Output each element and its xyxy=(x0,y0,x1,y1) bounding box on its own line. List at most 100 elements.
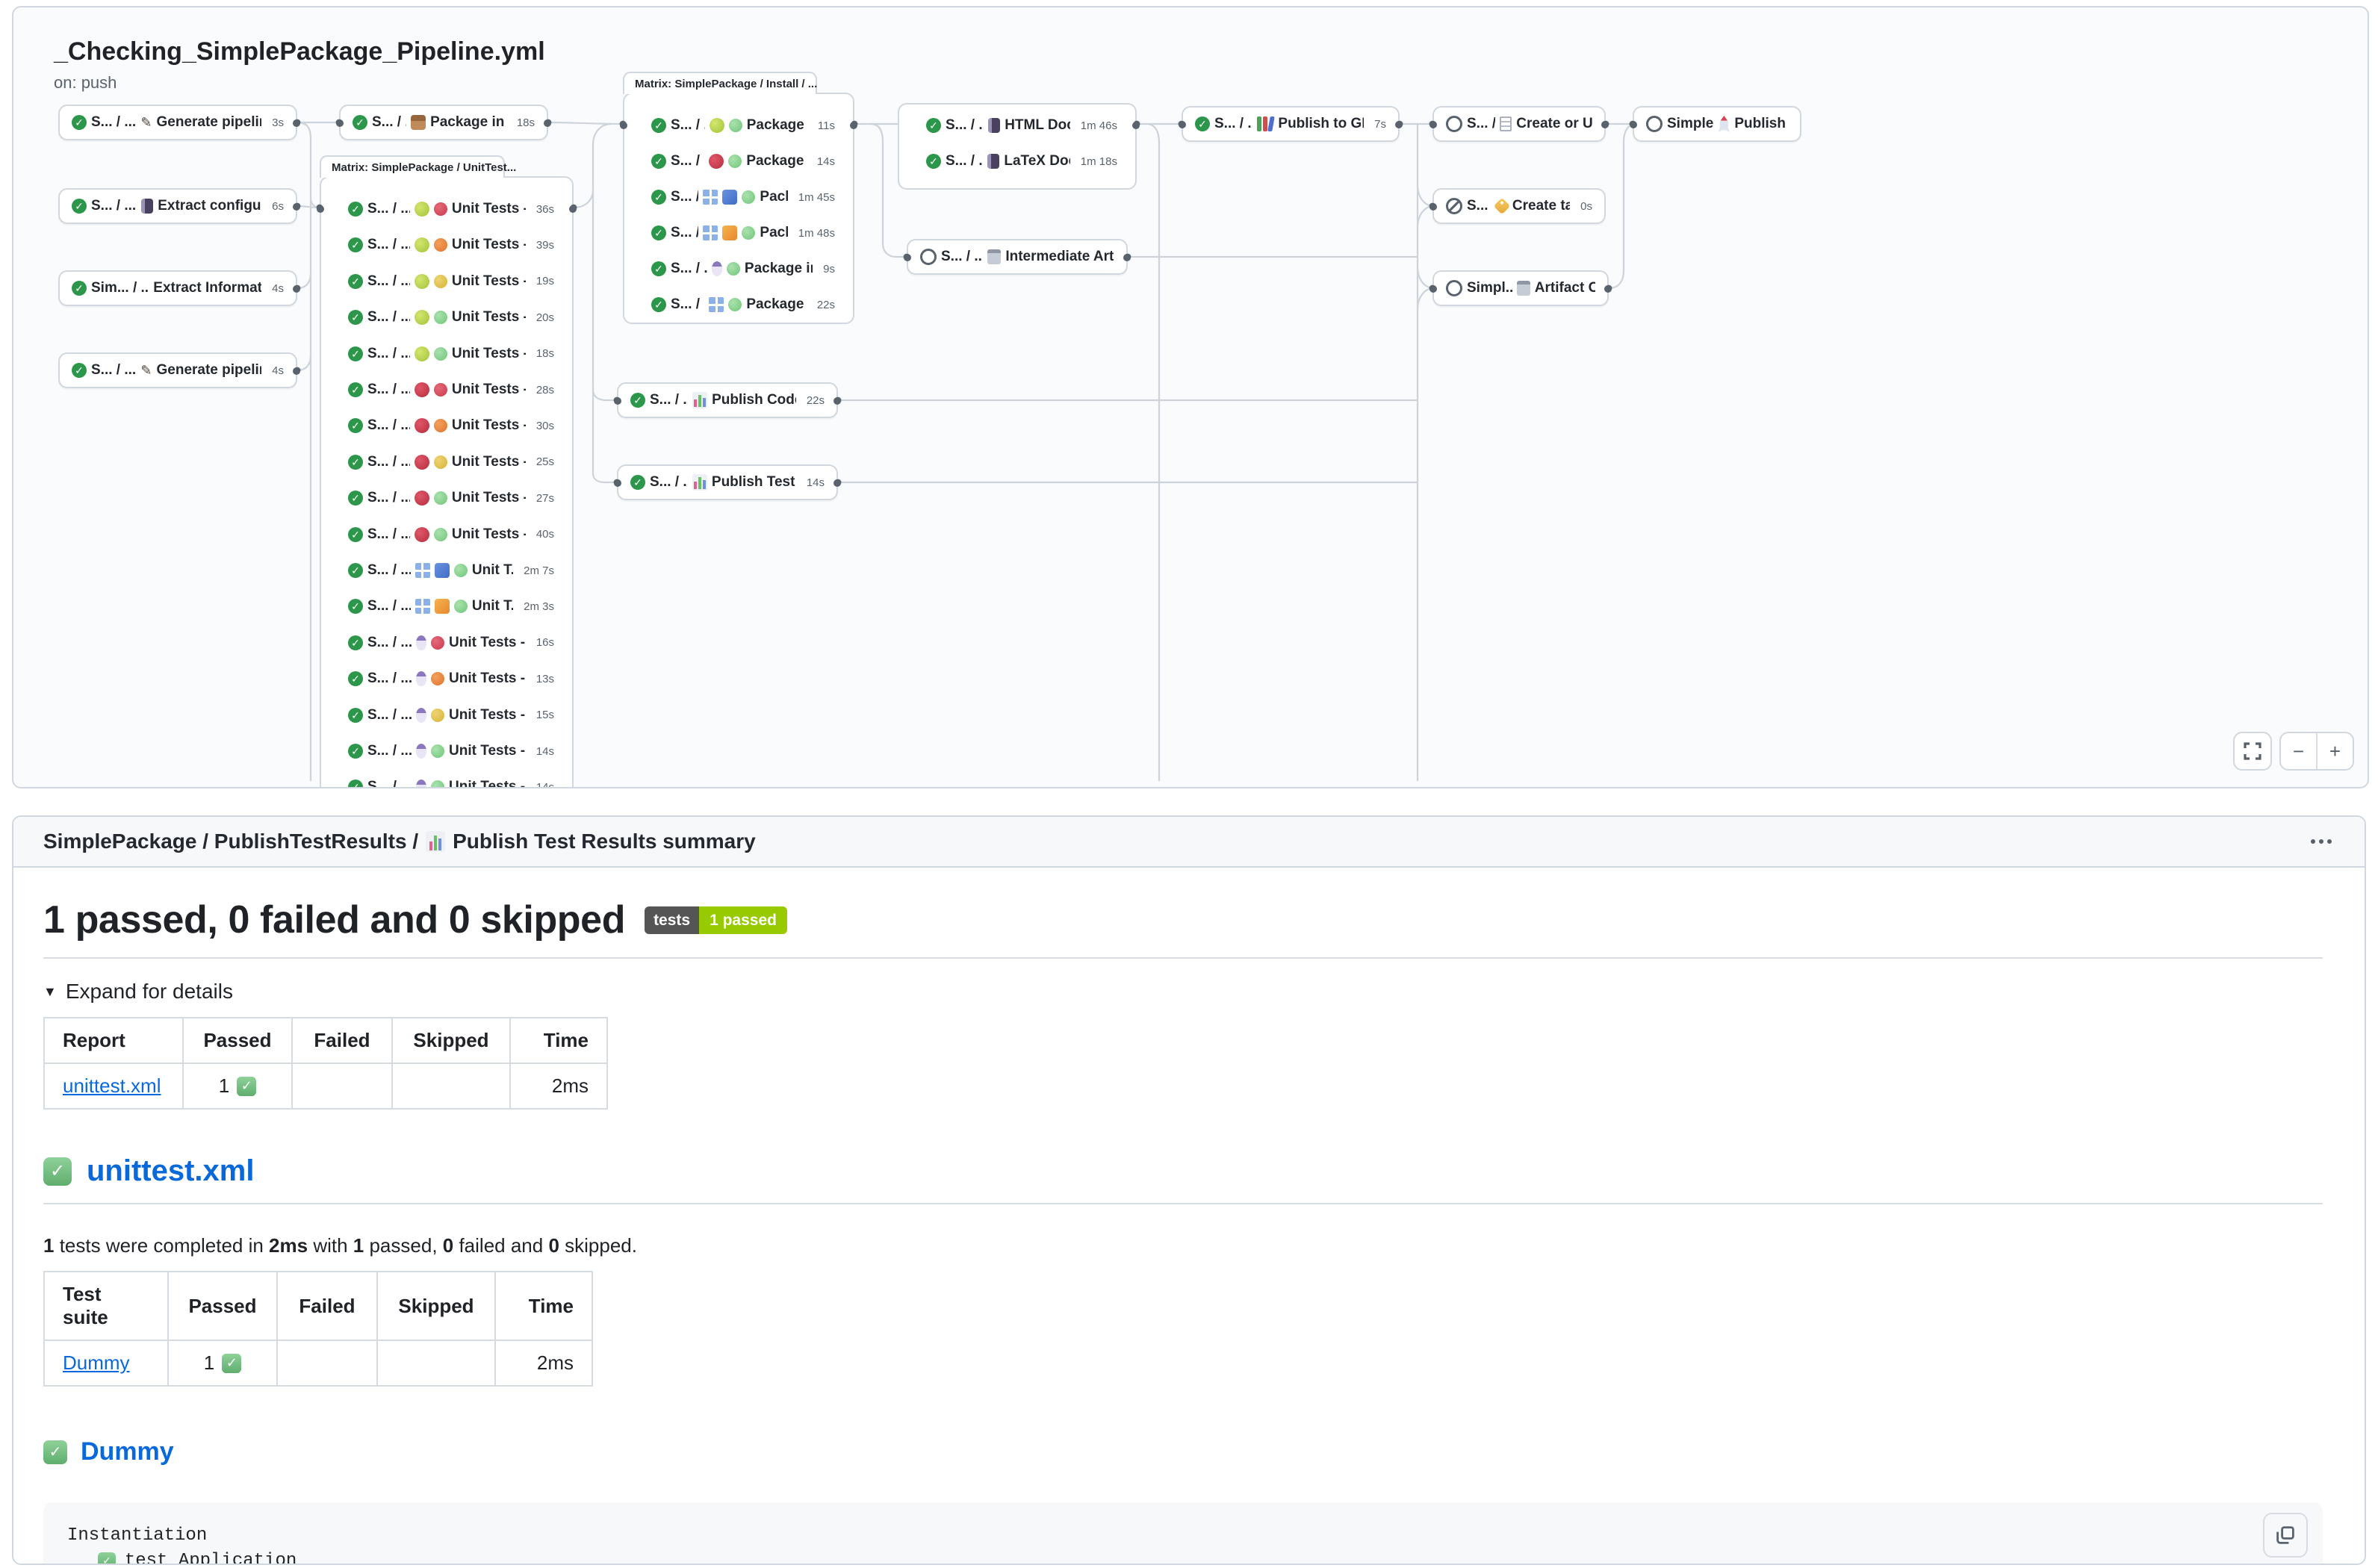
graph-node-row[interactable]: ✓S... / ... /Unit Tests - ...16s xyxy=(321,625,572,661)
penguin-icon xyxy=(416,744,426,759)
job-prefix: S... / ... / xyxy=(367,237,410,253)
graph-node-row[interactable]: ✓S... / ... /Unit Tests - ...13s xyxy=(321,661,572,697)
job-prefix: S... / ... / xyxy=(650,474,688,491)
graph-node-publish-code[interactable]: ✓S... / ... /Publish Code C...22s xyxy=(617,382,838,418)
group-header-unittest[interactable]: Matrix: SimplePackage / UnitTest... xyxy=(320,155,505,178)
graph-node-intermediate[interactable]: S... / ... /Intermediate Artifa... xyxy=(907,239,1128,275)
package-icon xyxy=(411,115,426,130)
graph-node-publish-pypi[interactable]: Simple... / ... /Publish to PyPI xyxy=(1633,106,1801,142)
job-label: Create or Update R... xyxy=(1516,116,1592,132)
job-label: Unit Tests - ... xyxy=(452,273,526,290)
graph-node-row[interactable]: ✓S... / ... /Unit Tests - ...20s xyxy=(321,299,572,335)
dot-red-icon xyxy=(431,636,444,650)
graph-node-row[interactable]: ✓S... / ... /Unit Tests - ...30s xyxy=(321,408,572,444)
graph-node-row[interactable]: ✓S... / ... /Unit Tests - ...39s xyxy=(321,227,572,263)
expand-details-toggle[interactable]: ▼ Expand for details xyxy=(43,980,2323,1004)
success-status-icon: ✓ xyxy=(72,115,87,130)
graph-node-publish-ghp[interactable]: ✓S... / ... /Publish to GH-P...7s xyxy=(1182,106,1400,142)
graph-node-row[interactable]: ✓S... / ... /HTML Docu...1m 46s xyxy=(899,108,1135,143)
edge-port xyxy=(904,254,911,261)
graph-node-row[interactable]: ✓S... / ... /Unit Tests - ...40s xyxy=(321,517,572,553)
group-header-install[interactable]: Matrix: SimplePackage / Install / ... xyxy=(623,72,817,94)
graph-node-row[interactable]: ✓S... / ... /Package ins...11s xyxy=(624,108,853,143)
success-status-icon: ✓ xyxy=(348,418,363,433)
job-duration: 6s xyxy=(266,200,284,213)
graph-node-row[interactable]: ✓S... / ... /LaTeX Docu...1m 18s xyxy=(899,143,1135,179)
graph-node-extract-info[interactable]: ✓Sim... / ... /Extract Information4s xyxy=(58,270,297,306)
job-prefix: S... / ... / xyxy=(367,273,410,290)
success-status-icon: ✓ xyxy=(630,393,645,408)
apple-green-icon xyxy=(415,310,429,325)
graph-node-package-src[interactable]: ✓S... / ... /Package in Sou...18s xyxy=(339,105,548,140)
workflow-trigger: on: push xyxy=(54,73,117,93)
job-label: Unit Tests - ... xyxy=(452,382,526,398)
job-label: Unit Tests - ... xyxy=(452,490,526,506)
job-prefix: S... / ... / xyxy=(671,261,707,277)
success-status-icon: ✓ xyxy=(348,382,363,397)
graph-node-row[interactable]: ✓S... / ... /Unit Tests - ...28s xyxy=(321,372,572,408)
dot-green-icon xyxy=(454,600,468,613)
triangle-down-icon: ▼ xyxy=(43,984,57,1000)
graph-node-row[interactable]: ✓S... / ... /Package ins...22s xyxy=(624,287,853,323)
graph-node-gen2[interactable]: ✓S... / ... /✎Generate pipelin...4s xyxy=(58,352,297,388)
success-status-icon: ✓ xyxy=(353,115,367,130)
graph-node-extract-config[interactable]: ✓S... / ... /Extract configur...6s xyxy=(58,188,297,224)
copy-button[interactable] xyxy=(2263,1513,2308,1558)
edge-port xyxy=(569,205,577,213)
graph-node-create-tag[interactable]: S... / ... /Create tag '${{ in...0s xyxy=(1432,188,1606,224)
graph-node-row[interactable]: ✓S... / ... /Package inst...9s xyxy=(624,251,853,287)
edge-port xyxy=(317,205,324,213)
column-header: Passed xyxy=(183,1018,292,1063)
zoom-out-button[interactable]: − xyxy=(2281,733,2316,769)
graph-node-row[interactable]: ✓S... / ... /Unit Tests - ...25s xyxy=(321,444,572,480)
graph-node-create-release[interactable]: S... / ... /Create or Update R... xyxy=(1432,106,1606,142)
trash-icon xyxy=(987,249,1001,264)
breadcrumb-title: Publish Test Results summary xyxy=(453,830,756,853)
report-table: ReportPassedFailedSkippedTimeunittest.xm… xyxy=(43,1017,608,1110)
report-link[interactable]: Dummy xyxy=(63,1351,130,1374)
code-line: ✓test_Application xyxy=(67,1549,2299,1565)
job-duration: 1m 18s xyxy=(1075,155,1117,168)
graph-node-row[interactable]: ✓S... / ... /Unit Tests - ...36s xyxy=(321,191,572,227)
test-results-summary-card: SimplePackage / PublishTestResults / Pub… xyxy=(12,815,2366,1565)
memo-icon xyxy=(1500,116,1512,131)
suite-heading-link[interactable]: Dummy xyxy=(81,1437,174,1466)
graph-node-row[interactable]: ✓S... / ... /Package ins...14s xyxy=(624,143,853,179)
tests-badge: tests 1 passed xyxy=(645,906,787,934)
file-heading-link[interactable]: unittest.xml xyxy=(87,1154,254,1188)
graph-node-artifact-cleanup[interactable]: Simpl... / ... /Artifact Cleanup xyxy=(1432,270,1609,306)
graph-node-row[interactable]: ✓S... / ... /Unit T...2m 3s xyxy=(321,588,572,624)
job-duration: 14s xyxy=(530,781,554,788)
graph-node-row[interactable]: ✓S... / ... /Unit Tests - ...27s xyxy=(321,480,572,516)
graph-node-publish-test[interactable]: ✓S... / ... /Publish Test Re...14s xyxy=(617,464,838,500)
job-prefix: Sim... / ... / xyxy=(91,280,149,296)
column-header: Test suite xyxy=(44,1272,168,1340)
graph-node-gen1[interactable]: ✓S... / ... /✎Generate pipelin...3s xyxy=(58,105,297,140)
apple-green-icon xyxy=(415,237,429,252)
graph-node-row[interactable]: ✓S... / ... /Packa...1m 45s xyxy=(624,179,853,215)
pending-status-icon xyxy=(1646,116,1663,132)
graph-node-row[interactable]: ✓S... / ... /Unit T...2m 7s xyxy=(321,553,572,588)
zoom-in-button[interactable]: + xyxy=(2318,733,2353,769)
pencil-icon: ✎ xyxy=(140,364,152,377)
edge-port xyxy=(1395,121,1403,128)
graph-node-row[interactable]: ✓S... / ... /Unit Tests - ...15s xyxy=(321,697,572,733)
square-blue-icon xyxy=(722,190,737,205)
graph-node-row[interactable]: ✓S... / ... /Unit Tests - ...14s xyxy=(321,769,572,788)
success-status-icon: ✓ xyxy=(1195,116,1210,131)
square-orange-icon xyxy=(435,599,450,614)
report-link[interactable]: unittest.xml xyxy=(63,1074,161,1097)
table-row: unittest.xml1✓2ms xyxy=(44,1063,607,1109)
kebab-menu-icon[interactable] xyxy=(2311,817,2332,866)
job-label: Publish to GH-P... xyxy=(1278,116,1364,132)
graph-node-row[interactable]: ✓S... / ... /Packa...1m 48s xyxy=(624,215,853,251)
apple-green-icon xyxy=(415,274,429,289)
fullscreen-button[interactable] xyxy=(2233,732,2272,771)
success-status-icon: ✓ xyxy=(348,780,363,788)
graph-node-row[interactable]: ✓S... / ... /Unit Tests - ...19s xyxy=(321,264,572,299)
graph-node-row[interactable]: ✓S... / ... /Unit Tests - ...14s xyxy=(321,733,572,769)
job-prefix: S... / ... / xyxy=(946,117,984,134)
result-sentence: 1 tests were completed in 2ms with 1 pas… xyxy=(43,1234,2323,1257)
dot-orange-icon xyxy=(431,672,444,685)
graph-node-row[interactable]: ✓S... / ... /Unit Tests - ...18s xyxy=(321,336,572,372)
